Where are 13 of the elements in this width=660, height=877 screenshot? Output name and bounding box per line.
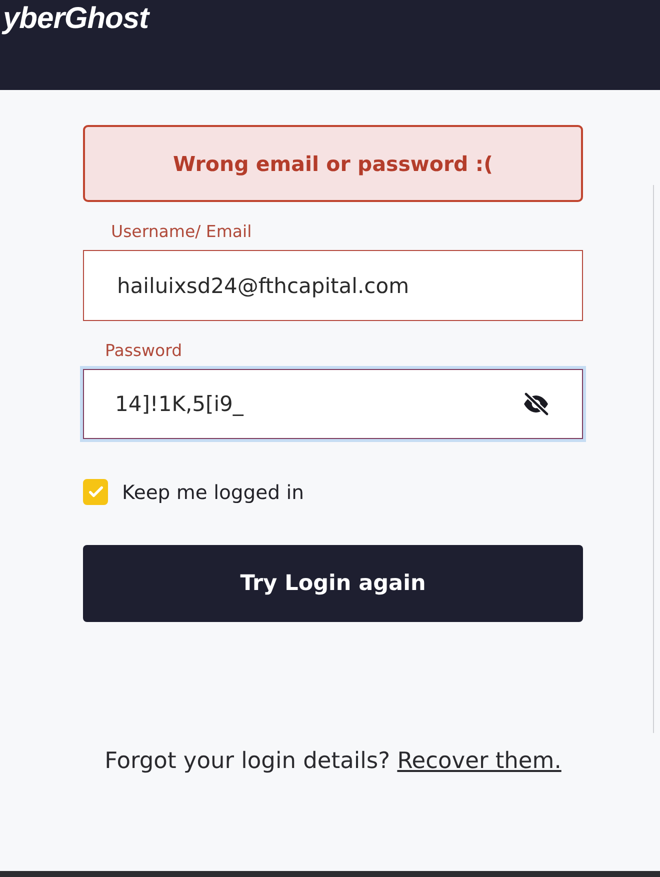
checkbox-label: Keep me logged in [122,480,304,504]
field-label: Username/ Email [111,222,252,242]
password-field[interactable]: 14]!1K,5[i9_ [83,369,583,439]
recover-prompt: Forgot your login details? Recover them. [104,747,562,775]
check-icon [88,486,102,498]
field-label: Password [105,341,182,361]
checkbox[interactable] [83,479,108,505]
login-button[interactable]: Try Login again [83,545,583,622]
error-message: Wrong email or password :( [173,152,493,176]
logo-text: yberGhost [0,1,151,37]
eye-off-icon[interactable] [522,392,550,416]
recover-link[interactable]: Recover them. [397,748,562,774]
email-field[interactable]: hailuixsd24@fthcapital.com [83,250,583,321]
